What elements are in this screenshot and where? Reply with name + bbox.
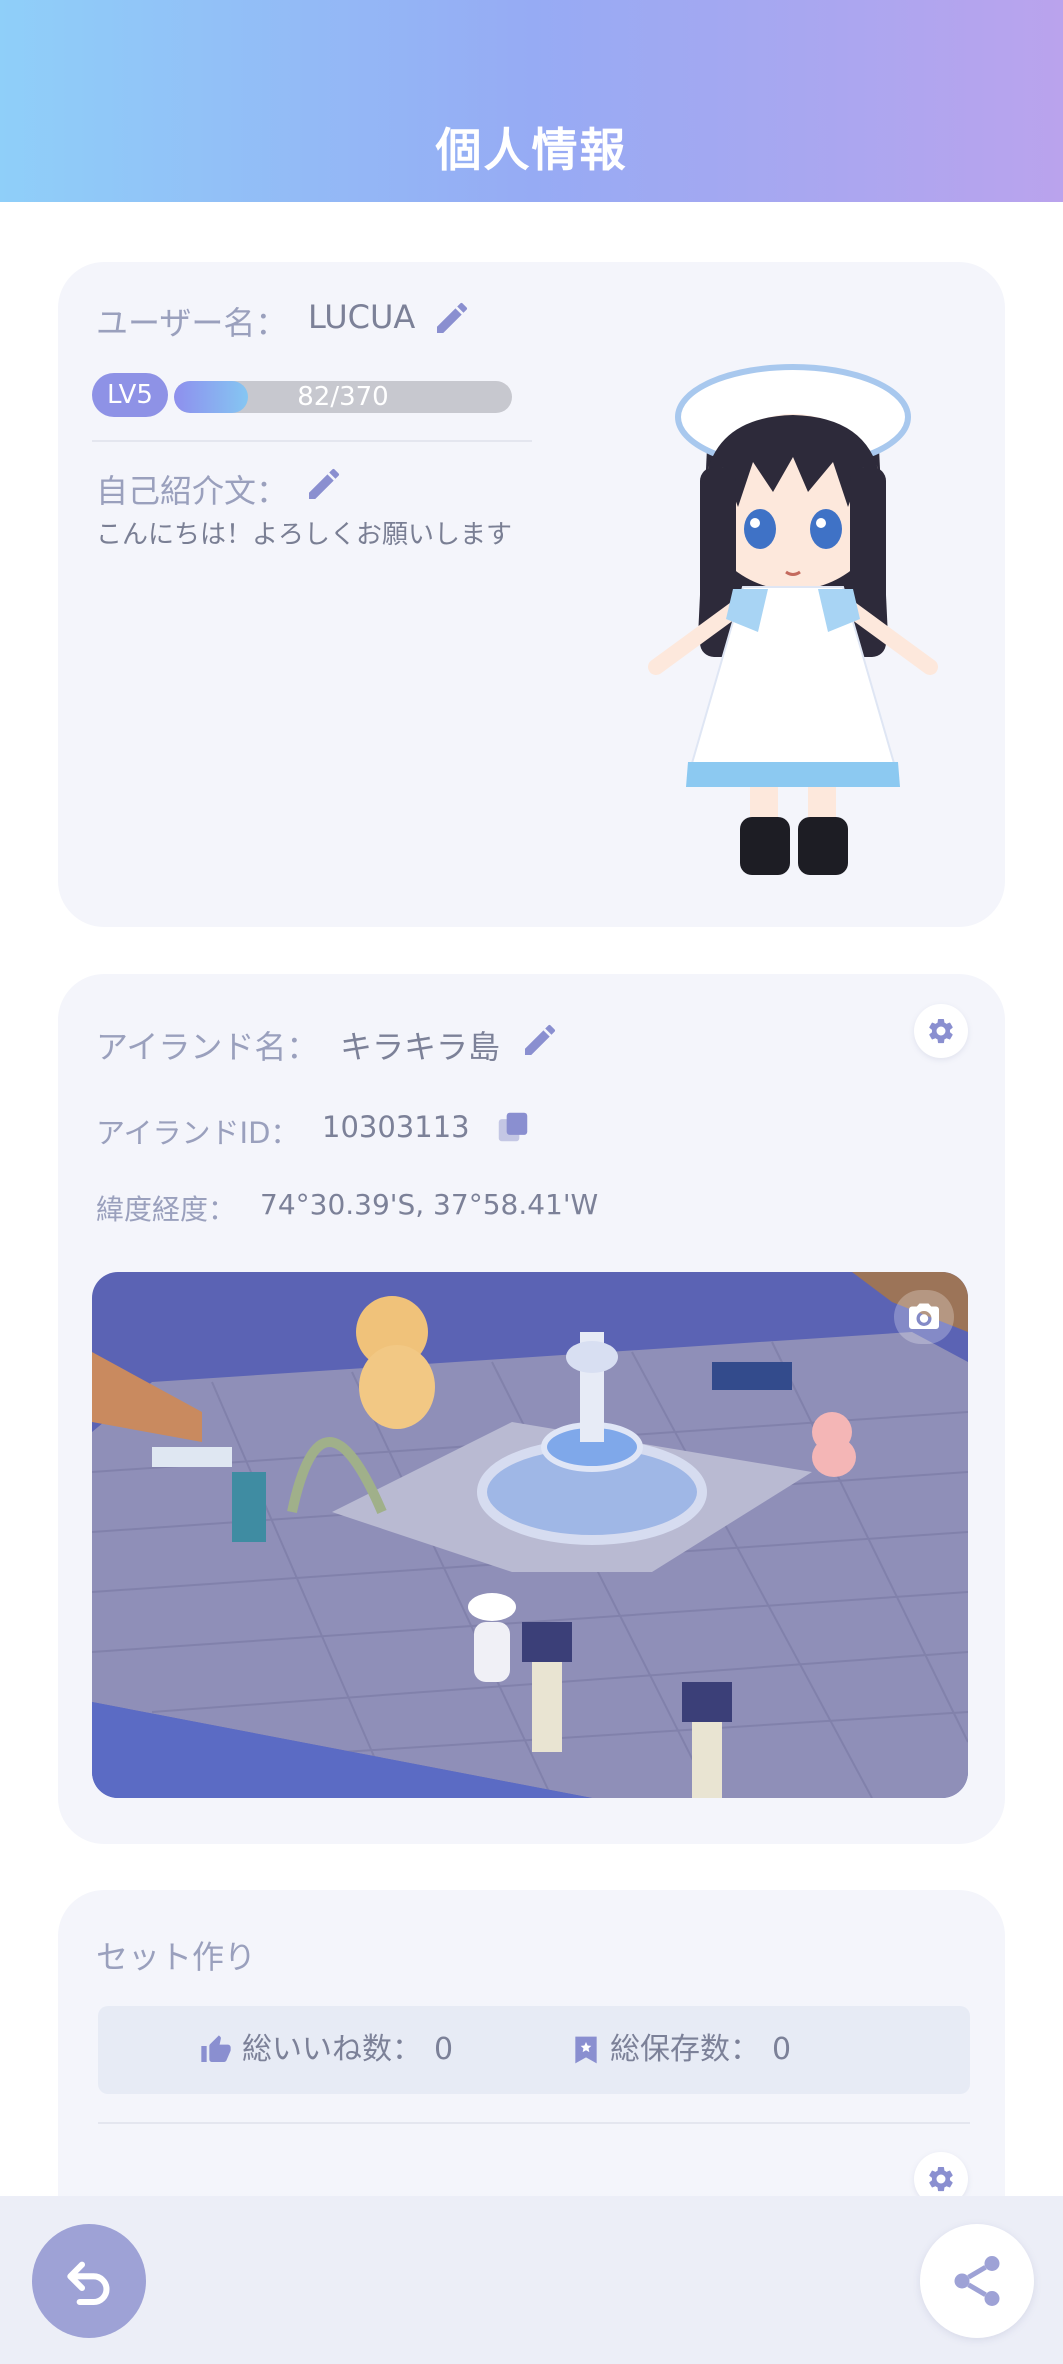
avatar-character: [648, 364, 938, 875]
divider: [92, 440, 532, 442]
island-name-label: アイランド名：: [96, 1028, 319, 1066]
edit-island-name-icon[interactable]: [520, 1020, 560, 1060]
profile-card: ユーザー名： LUCUA LV5 82/370 自己紹介文： こんにちは！よろし…: [58, 262, 1005, 927]
likes-value: 0: [434, 2032, 454, 2067]
edit-username-icon[interactable]: [432, 298, 472, 338]
gear-icon: [929, 1019, 953, 1044]
share-icon: [954, 2256, 1000, 2306]
island-screenshot[interactable]: [92, 1272, 968, 1798]
saves-label: 総保存数：: [610, 2032, 760, 2067]
saves-value: 0: [772, 2032, 792, 2067]
edit-bio-icon[interactable]: [304, 464, 344, 504]
level-badge: LV5: [92, 373, 168, 417]
divider: [98, 2122, 970, 2124]
bio-text: こんにちは！よろしくお願いします: [96, 520, 513, 550]
back-arrow-icon: [67, 2261, 110, 2306]
username-label: ユーザー名：: [96, 304, 288, 342]
header: 個人情報: [0, 0, 1063, 202]
set-title: セット作り: [96, 1938, 257, 1976]
camera-icon: [909, 1303, 939, 1329]
xp-text: 82/370: [297, 382, 389, 412]
stats-bar: 総いいね数： 0 総保存数： 0: [98, 2006, 970, 2094]
island-card: アイランド名： キラキラ島 アイランドID： 10303113 緯度経度： 74…: [58, 974, 1005, 1844]
share-button[interactable]: [920, 2224, 1034, 2338]
likes-label: 総いいね数：: [242, 2032, 422, 2067]
copy-icon[interactable]: [494, 1108, 532, 1146]
camera-button[interactable]: [894, 1290, 954, 1344]
island-settings-button[interactable]: [914, 1004, 968, 1058]
coords-value: 74°30.39'S, 37°58.41'W: [260, 1188, 599, 1221]
page-title: 個人情報: [435, 123, 628, 177]
xp-progress-bar: 82/370: [174, 381, 512, 413]
island-scene-image: [92, 1272, 968, 1798]
bio-label: 自己紹介文：: [96, 472, 289, 510]
back-button[interactable]: [32, 2224, 146, 2338]
island-id-value: 10303113: [322, 1110, 470, 1144]
bottom-bar: [0, 2196, 1063, 2364]
coords-label: 緯度経度：: [96, 1193, 237, 1226]
island-name-value: キラキラ島: [340, 1028, 501, 1066]
island-id-label: アイランドID：: [96, 1116, 300, 1150]
username-value: LUCUA: [308, 298, 416, 336]
thumbs-up-icon: [201, 2035, 231, 2062]
gear-icon: [929, 2167, 953, 2192]
bookmark-star-icon: [575, 2036, 597, 2064]
